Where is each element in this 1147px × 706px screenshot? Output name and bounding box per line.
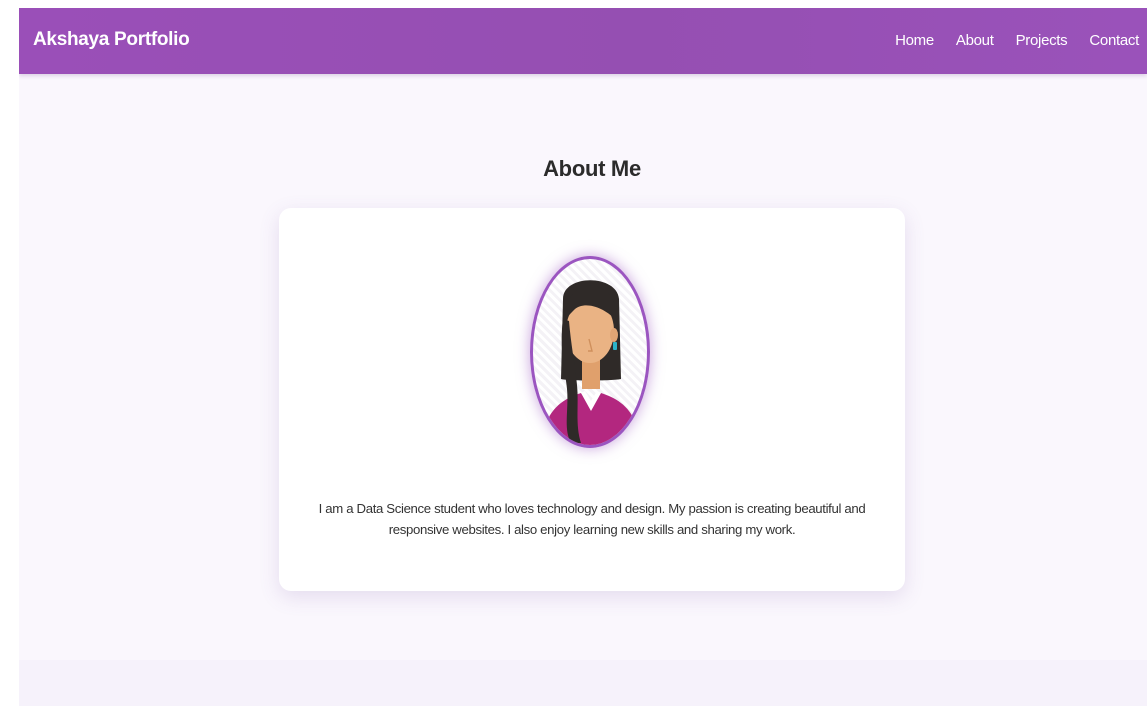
nav-link-contact[interactable]: Contact (1089, 32, 1139, 49)
about-title: About Me (543, 156, 641, 181)
profile-avatar (530, 256, 650, 448)
footer-band (19, 660, 1147, 706)
navbar: Akshaya Portfolio Home About Projects Co… (19, 8, 1147, 74)
nav-link-projects[interactable]: Projects (1016, 32, 1068, 49)
nav-links: Home About Projects Contact (895, 32, 1139, 49)
woman-avatar-icon (541, 280, 641, 445)
nav-link-home[interactable]: Home (895, 32, 934, 49)
brand-logo[interactable]: Akshaya Portfolio (33, 29, 190, 51)
about-bio-text: I am a Data Science student who loves te… (318, 501, 866, 537)
page: Akshaya Portfolio Home About Projects Co… (19, 8, 1147, 706)
nav-link-about[interactable]: About (956, 32, 994, 49)
about-card: I am a Data Science student who loves te… (279, 208, 905, 591)
